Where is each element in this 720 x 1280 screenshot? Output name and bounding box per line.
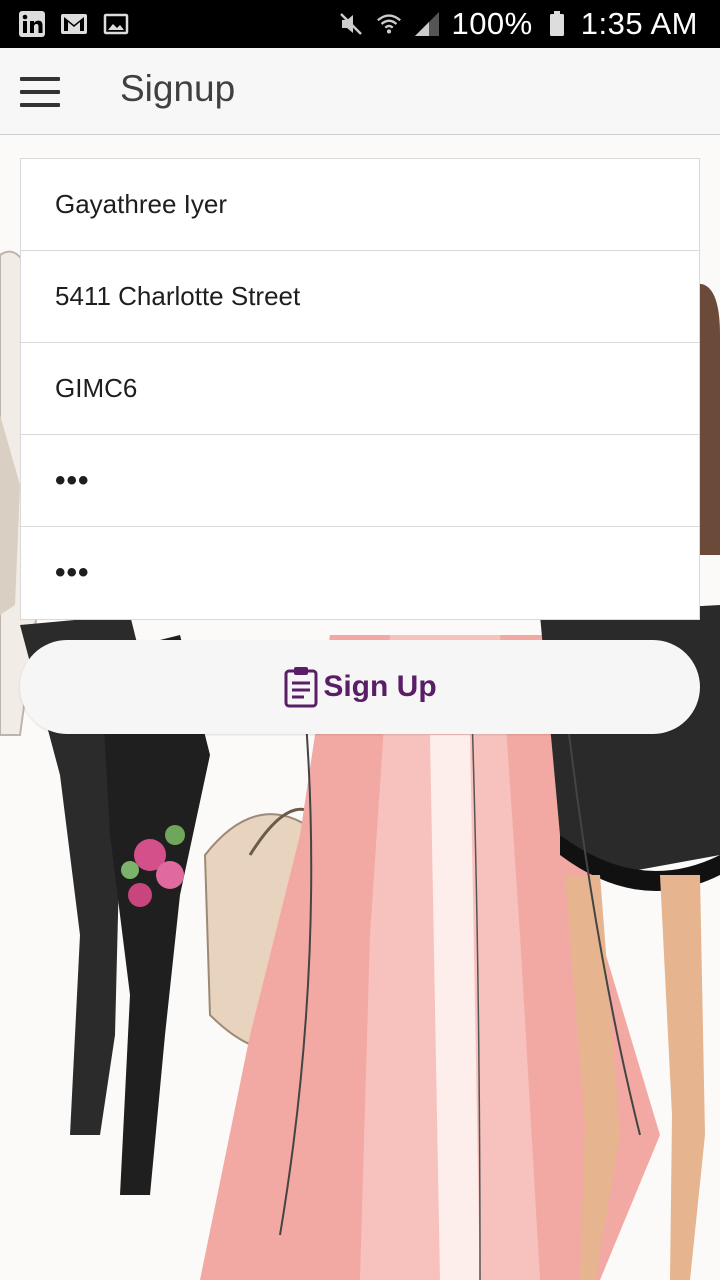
sign-up-label: Sign Up bbox=[323, 670, 437, 703]
battery-percent: 100% bbox=[451, 6, 533, 41]
wifi-icon bbox=[375, 10, 403, 38]
mute-icon bbox=[337, 10, 365, 38]
clock: 1:35 AM bbox=[580, 6, 698, 41]
gmail-icon bbox=[60, 10, 88, 38]
app-bar: Signup bbox=[0, 48, 720, 135]
page-title: Signup bbox=[120, 68, 236, 109]
confirm-password-field[interactable]: ••• bbox=[21, 527, 699, 619]
hamburger-icon-line bbox=[20, 77, 60, 81]
clipboard-icon bbox=[283, 665, 319, 709]
hamburger-icon-line bbox=[20, 90, 60, 94]
password-field[interactable]: ••• bbox=[21, 435, 699, 527]
status-bar: 100% 1:35 AM bbox=[0, 0, 720, 48]
address-field[interactable]: 5411 Charlotte Street bbox=[21, 251, 699, 343]
signal-icon bbox=[413, 10, 441, 38]
hamburger-menu-button[interactable] bbox=[14, 70, 66, 114]
code-field[interactable]: GIMC6 bbox=[21, 343, 699, 435]
sign-up-button[interactable]: Sign Up bbox=[20, 640, 700, 734]
battery-icon bbox=[543, 10, 571, 38]
signup-form: Gayathree Iyer 5411 Charlotte Street GIM… bbox=[20, 158, 700, 620]
hamburger-icon-line bbox=[20, 103, 60, 107]
name-field[interactable]: Gayathree Iyer bbox=[21, 159, 699, 251]
image-icon bbox=[102, 10, 130, 38]
linkedin-icon bbox=[18, 10, 46, 38]
